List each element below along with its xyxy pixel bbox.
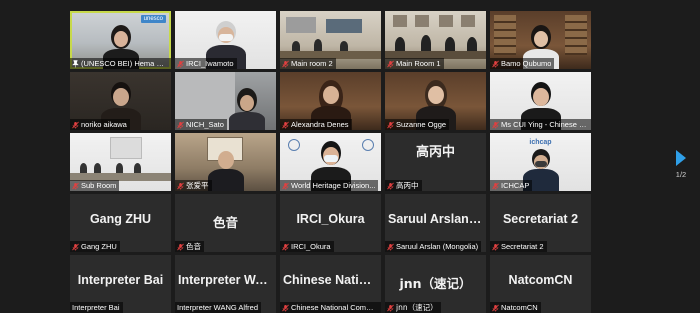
participant-name-label: 张爱平 [175, 180, 212, 191]
participant-tile[interactable]: NICH_Sato [175, 72, 276, 130]
participant-name-label: IRCI_Iwamoto [175, 58, 237, 69]
muted-mic-icon [387, 121, 394, 128]
participant-display-name: jnn（速记） [399, 276, 472, 291]
participant-name-label: Secretariat 2 [490, 241, 547, 252]
muted-mic-icon [387, 304, 394, 311]
participant-tile[interactable]: Secretariat 2 Secretariat 2 [490, 194, 591, 252]
participant-name-label: Main Room 1 [385, 58, 444, 69]
participant-name-label: NatcomCN [490, 302, 541, 313]
muted-mic-icon [177, 121, 184, 128]
participant-tile[interactable]: unesco (UNESCO BEI) Hema Gur... [70, 11, 171, 69]
participant-name-label: Main room 2 [280, 58, 336, 69]
ichcap-logo: ichcap [529, 139, 552, 146]
participant-tile[interactable]: Main room 2 [280, 11, 381, 69]
muted-mic-icon [72, 121, 79, 128]
participant-display-name: 色音 [212, 215, 238, 230]
muted-mic-icon [492, 121, 499, 128]
pin-icon [72, 59, 79, 67]
participant-tile[interactable]: NatcomCN NatcomCN [490, 255, 591, 313]
participant-tile[interactable]: World Heritage Division... [280, 133, 381, 191]
participant-name-label: IRCI_Okura [280, 241, 334, 252]
participant-tile[interactable]: Interpreter Bai Interpreter Bai [70, 255, 171, 313]
muted-mic-icon [492, 304, 499, 311]
muted-mic-icon [177, 60, 184, 67]
participant-tile[interactable]: Alexandra Denes [280, 72, 381, 130]
muted-mic-icon [282, 60, 289, 67]
participant-display-name: Secretariat 2 [502, 212, 579, 226]
muted-mic-icon [177, 243, 184, 250]
participant-name-label: Alexandra Denes [280, 119, 352, 130]
participant-tile[interactable]: Interpreter WA... Interpreter WANG Alfre… [175, 255, 276, 313]
participant-name-label: 色音 [175, 241, 204, 252]
participant-tile[interactable]: Ms CUI Ying - Chinese Na... [490, 72, 591, 130]
participant-name-label: Interpreter Bai [70, 302, 123, 313]
participant-display-name: NatcomCN [508, 273, 573, 287]
participant-display-name: IRCI_Okura [296, 212, 365, 226]
unesco-logo: unesco [140, 15, 166, 23]
gallery-pagination: 1/2 [672, 150, 690, 179]
muted-mic-icon [387, 182, 394, 189]
participant-name-label: Saruul Arslan (Mongolia) [385, 241, 482, 252]
participant-name-label: 高丙中 [385, 180, 422, 191]
participant-name-label: ICHCAP [490, 180, 533, 191]
participant-name-label: Bamo Qubumo [490, 58, 555, 69]
participant-name-label: Gang ZHU [70, 241, 120, 252]
participant-grid: unesco (UNESCO BEI) Hema Gur... IRCI_Iwa… [70, 11, 591, 313]
participant-tile[interactable]: IRCI_Okura IRCI_Okura [280, 194, 381, 252]
participant-name-label: World Heritage Division... [280, 180, 379, 191]
participant-tile[interactable]: ichcap ICHCAP [490, 133, 591, 191]
participant-tile[interactable]: Saruul Arslan (... Saruul Arslan (Mongol… [385, 194, 486, 252]
muted-mic-icon [72, 243, 79, 250]
muted-mic-icon [492, 243, 499, 250]
participant-tile[interactable]: jnn（速记） jnn（速记） [385, 255, 486, 313]
muted-mic-icon [492, 182, 499, 189]
muted-mic-icon [177, 182, 184, 189]
participant-name-label: Interpreter WANG Alfred [175, 302, 261, 313]
participant-tile[interactable]: Bamo Qubumo [490, 11, 591, 69]
participant-name-label: Suzanne Ogge [385, 119, 450, 130]
participant-tile[interactable]: Chinese Nation... Chinese National Commi… [280, 255, 381, 313]
participant-display-name: 高丙中 [415, 145, 455, 160]
participant-tile[interactable]: Suzanne Ogge [385, 72, 486, 130]
participant-tile[interactable]: 色音 色音 [175, 194, 276, 252]
participant-tile[interactable]: 张爱平 [175, 133, 276, 191]
page-count: 1/2 [675, 170, 687, 179]
next-page-arrow-icon[interactable] [676, 150, 686, 166]
muted-mic-icon [282, 243, 289, 250]
participant-name-label: jnn（速记） [385, 302, 441, 313]
participant-name-label: NICH_Sato [175, 119, 227, 130]
meeting-gallery-view: unesco (UNESCO BEI) Hema Gur... IRCI_Iwa… [0, 0, 700, 313]
participant-name-label: Chinese National Commi... [280, 302, 381, 313]
participant-tile[interactable]: Sub Room [70, 133, 171, 191]
participant-tile[interactable]: 高丙中 高丙中 [385, 133, 486, 191]
participant-tile[interactable]: Gang ZHU Gang ZHU [70, 194, 171, 252]
participant-display-name: Saruul Arslan (... [388, 212, 486, 226]
participant-name-label: (UNESCO BEI) Hema Gur... [70, 58, 171, 69]
muted-mic-icon [387, 60, 394, 67]
participant-name-label: Ms CUI Ying - Chinese Na... [490, 119, 591, 130]
participant-display-name: Interpreter WA... [178, 273, 275, 287]
participant-name-label: noriko aikawa [70, 119, 130, 130]
participant-display-name: Gang ZHU [89, 212, 152, 226]
muted-mic-icon [387, 243, 394, 250]
muted-mic-icon [282, 121, 289, 128]
muted-mic-icon [72, 182, 79, 189]
participant-display-name: Interpreter Bai [77, 273, 164, 287]
participant-tile[interactable]: noriko aikawa [70, 72, 171, 130]
muted-mic-icon [492, 60, 499, 67]
muted-mic-icon [282, 304, 289, 311]
participant-tile[interactable]: IRCI_Iwamoto [175, 11, 276, 69]
participant-display-name: Chinese Nation... [283, 273, 381, 287]
muted-mic-icon [282, 182, 289, 189]
participant-name-label: Sub Room [70, 180, 120, 191]
participant-tile[interactable]: Main Room 1 [385, 11, 486, 69]
